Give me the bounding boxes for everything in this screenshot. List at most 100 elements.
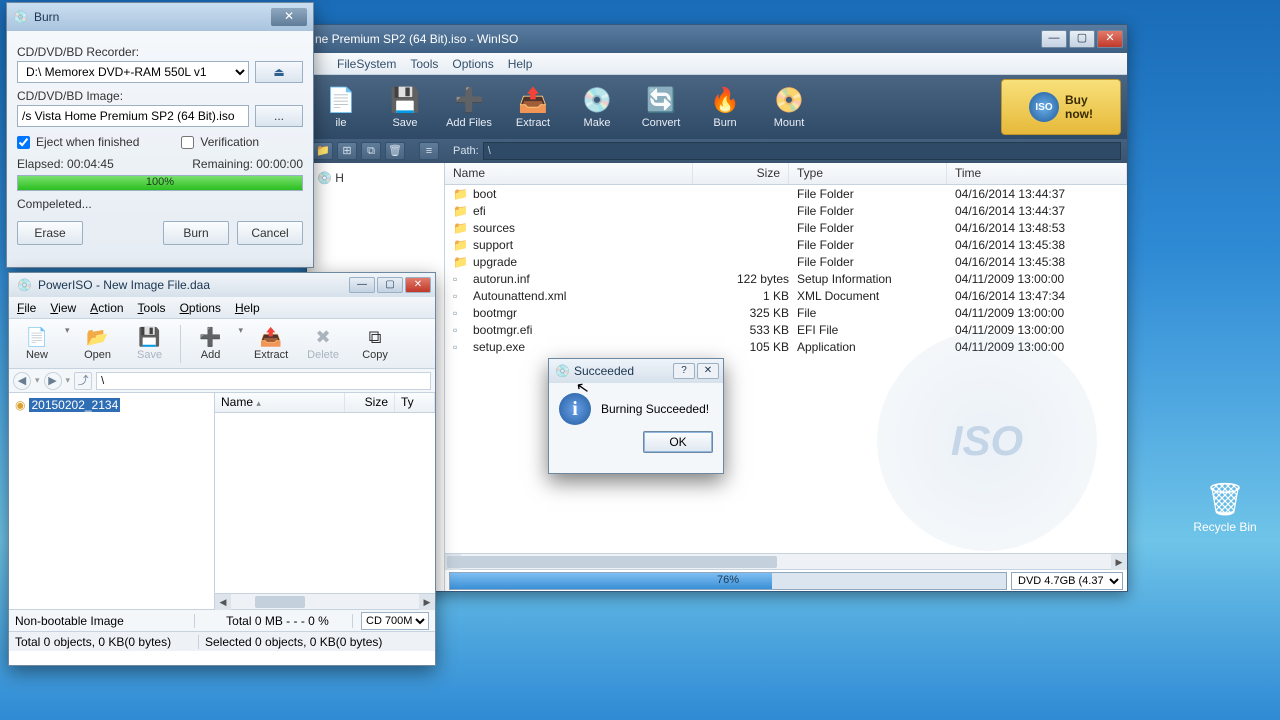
nav-back-button[interactable]: ◀ bbox=[13, 372, 31, 390]
menu-tools[interactable]: Tools bbox=[138, 301, 166, 315]
toolbar-make[interactable]: 💿Make bbox=[569, 79, 625, 135]
menu-action[interactable]: Action bbox=[90, 301, 123, 315]
poweriso-close-button[interactable]: ✕ bbox=[405, 277, 431, 293]
table-row[interactable]: 📁supportFile Folder04/16/2014 13:45:38 bbox=[445, 236, 1127, 253]
col-time[interactable]: Time bbox=[947, 163, 1127, 184]
burn-button[interactable]: Burn bbox=[163, 221, 229, 245]
poweriso-title: PowerISO - New Image File.daa bbox=[38, 278, 210, 292]
minimize-button[interactable]: — bbox=[1041, 30, 1067, 48]
dropdown-icon[interactable]: ▾ bbox=[239, 325, 244, 336]
menu-help[interactable]: Help bbox=[508, 57, 533, 71]
succeeded-close-button[interactable]: ✕ bbox=[697, 363, 719, 379]
toolbar-save[interactable]: 💾Save bbox=[377, 79, 433, 135]
scroll-left-button[interactable]: ◀ bbox=[215, 594, 231, 610]
media-type-select[interactable]: CD 700M bbox=[361, 612, 429, 630]
burn-titlebar[interactable]: 💿Burn ✕ bbox=[7, 3, 313, 31]
erase-button[interactable]: Erase bbox=[17, 221, 83, 245]
close-button[interactable]: ✕ bbox=[1097, 30, 1123, 48]
toolbar-mount[interactable]: 📀Mount bbox=[761, 79, 817, 135]
path-input[interactable] bbox=[483, 142, 1121, 160]
new-folder-button[interactable]: ⊞ bbox=[337, 142, 357, 160]
disc-icon: ◉ bbox=[15, 398, 25, 412]
toolbar-add[interactable]: ➕Add bbox=[187, 321, 235, 367]
toolbar-save[interactable]: 💾Save bbox=[126, 321, 174, 367]
file-name: Autounattend.xml bbox=[473, 289, 701, 303]
table-row[interactable]: 📁upgradeFile Folder04/16/2014 13:45:38 bbox=[445, 253, 1127, 270]
file-icon: ▫ bbox=[453, 323, 469, 337]
toolbar-extract[interactable]: 📤Extract bbox=[247, 321, 295, 367]
poweriso-maximize-button[interactable]: ▢ bbox=[377, 277, 403, 293]
list-view-button[interactable]: ≡ bbox=[419, 142, 439, 160]
table-row[interactable]: ▫Autounattend.xml1 KBXML Document04/16/2… bbox=[445, 287, 1127, 304]
menu-help[interactable]: Help bbox=[235, 301, 260, 315]
eject-button[interactable]: ⏏ bbox=[255, 61, 303, 83]
poweriso-list-rows[interactable] bbox=[215, 413, 435, 593]
delete-button[interactable]: 🗑 bbox=[385, 142, 405, 160]
winiso-toolbar: 📄ile 💾Save ➕Add Files 📤Extract 💿Make 🔄Co… bbox=[307, 75, 1127, 139]
col-type[interactable]: Ty bbox=[395, 393, 435, 412]
table-row[interactable]: 📁sourcesFile Folder04/16/2014 13:48:53 bbox=[445, 219, 1127, 236]
maximize-button[interactable]: ▢ bbox=[1069, 30, 1095, 48]
scroll-thumb[interactable] bbox=[255, 596, 305, 608]
toolbar-burn[interactable]: 🔥Burn bbox=[697, 79, 753, 135]
recorder-select[interactable]: D:\ Memorex DVD+-RAM 550L v1 bbox=[17, 61, 249, 83]
menu-filesystem[interactable]: FileSystem bbox=[337, 57, 396, 71]
poweriso-horizontal-scrollbar[interactable]: ◀ ▶ bbox=[215, 593, 435, 609]
table-row[interactable]: ▫bootmgr.efi533 KBEFI File04/11/2009 13:… bbox=[445, 321, 1127, 338]
menu-file[interactable]: File bbox=[17, 301, 36, 315]
poweriso-tree[interactable]: ◉ 20150202_2134 bbox=[9, 393, 215, 609]
image-path-input[interactable] bbox=[17, 105, 249, 127]
succeeded-titlebar[interactable]: 💿Succeeded ? ✕ bbox=[549, 359, 723, 383]
help-button[interactable]: ? bbox=[673, 363, 695, 379]
elapsed-time: Elapsed: 00:04:45 bbox=[17, 157, 114, 171]
nav-forward-button[interactable]: ▶ bbox=[44, 372, 62, 390]
toolbar-convert[interactable]: 🔄Convert bbox=[633, 79, 689, 135]
media-capacity-select[interactable]: DVD 4.7GB (4.37G) bbox=[1011, 572, 1123, 590]
col-name[interactable]: Name bbox=[445, 163, 693, 184]
dropdown-icon[interactable]: ▾ bbox=[65, 325, 70, 336]
tree-item[interactable]: ◉ 20150202_2134 bbox=[13, 397, 210, 413]
poweriso-titlebar[interactable]: 💿PowerISO - New Image File.daa — ▢ ✕ bbox=[9, 273, 435, 297]
eject-when-finished-checkbox[interactable] bbox=[17, 136, 30, 149]
table-row[interactable]: ▫autorun.inf122 bytesSetup Information04… bbox=[445, 270, 1127, 287]
toolbar-new[interactable]: 📄New bbox=[13, 321, 61, 367]
menu-options[interactable]: Options bbox=[180, 301, 221, 315]
toolbar-file[interactable]: 📄ile bbox=[313, 79, 369, 135]
toolbar-copy[interactable]: ⧉Copy bbox=[351, 321, 399, 367]
browse-button[interactable]: ... bbox=[255, 105, 303, 127]
col-name[interactable]: Name ▴ bbox=[215, 393, 345, 412]
menu-tools[interactable]: Tools bbox=[410, 57, 438, 71]
table-row[interactable]: ▫bootmgr325 KBFile04/11/2009 13:00:00 bbox=[445, 304, 1127, 321]
tree-root[interactable]: 💿 H bbox=[313, 169, 438, 187]
col-size[interactable]: Size bbox=[345, 393, 395, 412]
nav-up-button[interactable]: ⤴ bbox=[74, 372, 92, 390]
menu-options[interactable]: Options bbox=[452, 57, 493, 71]
toolbar-extract[interactable]: 📤Extract bbox=[505, 79, 561, 135]
copy-button[interactable]: ⧉ bbox=[361, 142, 381, 160]
toolbar-open[interactable]: 📂Open bbox=[74, 321, 122, 367]
extract-icon: 📤 bbox=[260, 327, 282, 348]
table-row[interactable]: 📁bootFile Folder04/16/2014 13:44:37 bbox=[445, 185, 1127, 202]
table-row[interactable]: ▫setup.exe105 KBApplication04/11/2009 13… bbox=[445, 338, 1127, 355]
cancel-button[interactable]: Cancel bbox=[237, 221, 303, 245]
desktop-recycle-bin[interactable]: 🗑 Recycle Bin bbox=[1190, 480, 1260, 534]
nav-path-input[interactable] bbox=[96, 372, 431, 390]
file-icon: ▫ bbox=[453, 306, 469, 320]
col-size[interactable]: Size bbox=[693, 163, 789, 184]
ok-button[interactable]: OK bbox=[643, 431, 713, 453]
scroll-right-button[interactable]: ▶ bbox=[419, 594, 435, 610]
burn-close-button[interactable]: ✕ bbox=[271, 8, 307, 26]
toolbar-delete[interactable]: ✖Delete bbox=[299, 321, 347, 367]
verification-checkbox[interactable] bbox=[181, 136, 194, 149]
scroll-thumb[interactable] bbox=[447, 556, 777, 568]
scroll-right-button[interactable]: ▶ bbox=[1111, 554, 1127, 570]
table-row[interactable]: 📁efiFile Folder04/16/2014 13:44:37 bbox=[445, 202, 1127, 219]
winiso-titlebar[interactable]: ne Premium SP2 (64 Bit).iso - WinISO — ▢… bbox=[307, 25, 1127, 53]
poweriso-minimize-button[interactable]: — bbox=[349, 277, 375, 293]
horizontal-scrollbar[interactable]: ◀ ▶ bbox=[445, 553, 1127, 569]
menu-view[interactable]: View bbox=[50, 301, 76, 315]
toolbar-add-files[interactable]: ➕Add Files bbox=[441, 79, 497, 135]
buy-now-button[interactable]: ISO Buynow! bbox=[1001, 79, 1121, 135]
col-type[interactable]: Type bbox=[789, 163, 947, 184]
folder-up-button[interactable]: 📁 bbox=[313, 142, 333, 160]
